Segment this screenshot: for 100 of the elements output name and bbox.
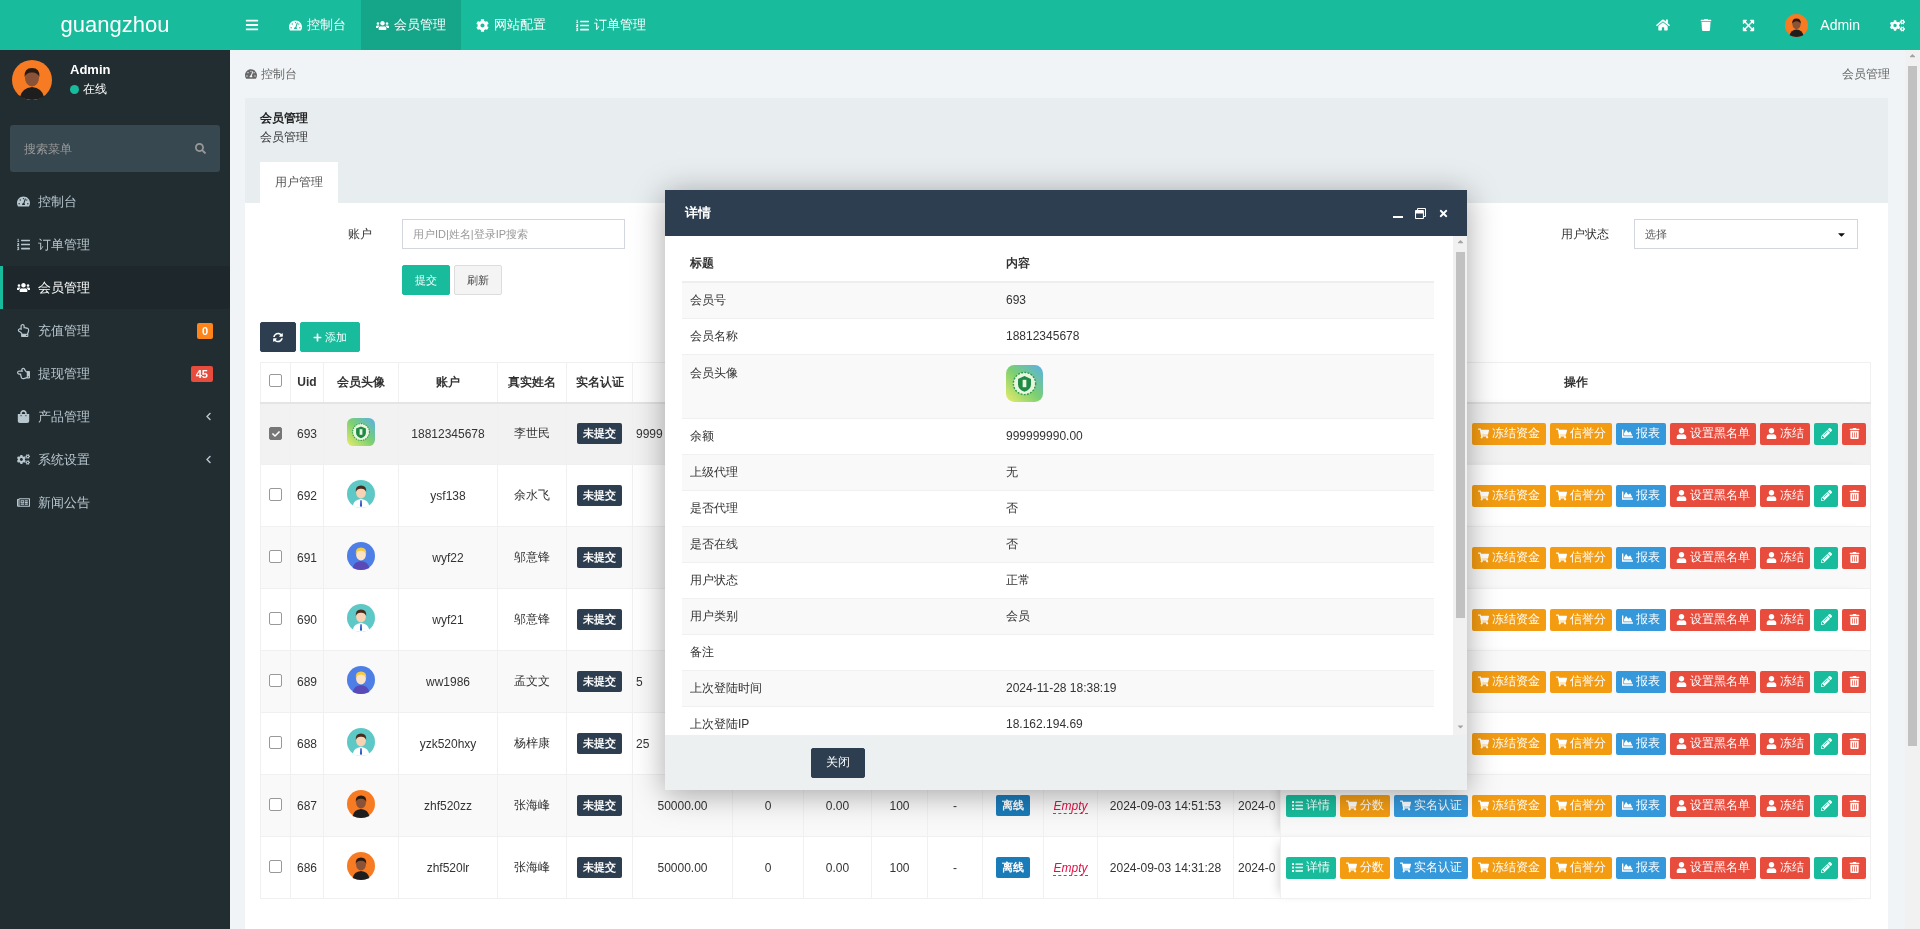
search-field[interactable]: 搜索菜单 <box>10 125 220 172</box>
report-button[interactable]: 报表 <box>1616 856 1666 879</box>
scroll-up-icon[interactable] <box>1455 237 1465 246</box>
blacklist-button[interactable]: 设置黑名单 <box>1670 670 1756 693</box>
checkbox[interactable] <box>269 859 282 873</box>
edit-button[interactable] <box>1814 670 1838 693</box>
freeze-funds-button[interactable]: 冻结资金 <box>1472 856 1546 879</box>
credit-button[interactable]: 信誉分 <box>1550 608 1612 631</box>
menu-item[interactable]: 充值管理 0 <box>0 309 230 352</box>
nav-tab[interactable]: 订单管理 <box>561 0 661 50</box>
delete-button[interactable] <box>1842 546 1866 569</box>
score-button[interactable]: 分数 <box>1340 856 1390 879</box>
freeze-funds-button[interactable]: 冻结资金 <box>1472 608 1546 631</box>
edit-button[interactable] <box>1814 732 1838 755</box>
detail-button[interactable]: 详情 <box>1286 856 1336 879</box>
report-button[interactable]: 报表 <box>1616 484 1666 507</box>
delete-button[interactable] <box>1842 670 1866 693</box>
freeze-funds-button[interactable]: 冻结资金 <box>1472 422 1546 445</box>
menu-item[interactable]: 产品管理 <box>0 395 230 438</box>
edit-button[interactable] <box>1814 484 1838 507</box>
delete-button[interactable] <box>1842 732 1866 755</box>
blacklist-button[interactable]: 设置黑名单 <box>1670 732 1756 755</box>
blacklist-button[interactable]: 设置黑名单 <box>1670 484 1756 507</box>
freeze-button[interactable]: 冻结 <box>1760 484 1810 507</box>
scroll-down-icon[interactable] <box>1455 722 1465 731</box>
menu-item[interactable]: 控制台 <box>0 180 230 223</box>
credit-button[interactable]: 信誉分 <box>1550 670 1612 693</box>
edit-button[interactable] <box>1814 608 1838 631</box>
report-button[interactable]: 报表 <box>1616 732 1666 755</box>
tab[interactable]: 用户管理 <box>260 162 338 203</box>
menu-item[interactable]: 会员管理 <box>0 266 230 309</box>
delete-button[interactable] <box>1842 856 1866 879</box>
edit-button[interactable] <box>1814 422 1838 445</box>
menu-item[interactable]: 提现管理 45 <box>0 352 230 395</box>
edit-button[interactable] <box>1814 794 1838 817</box>
freeze-funds-button[interactable]: 冻结资金 <box>1472 546 1546 569</box>
detail-button[interactable]: 详情 <box>1286 794 1336 817</box>
report-button[interactable]: 报表 <box>1616 422 1666 445</box>
freeze-funds-button[interactable]: 冻结资金 <box>1472 670 1546 693</box>
verify-button[interactable]: 实名认证 <box>1394 856 1468 879</box>
report-button[interactable]: 报表 <box>1616 794 1666 817</box>
freeze-button[interactable]: 冻结 <box>1760 422 1810 445</box>
credit-button[interactable]: 信誉分 <box>1550 546 1612 569</box>
reset-button[interactable]: 刷新 <box>454 265 502 295</box>
account-search-field[interactable]: 用户ID|姓名|登录IP搜索 <box>402 219 625 249</box>
blacklist-button[interactable]: 设置黑名单 <box>1670 794 1756 817</box>
menu-item[interactable]: 订单管理 <box>0 223 230 266</box>
delete-button[interactable] <box>1842 484 1866 507</box>
scroll-up-icon[interactable] <box>1908 51 1917 60</box>
freeze-funds-button[interactable]: 冻结资金 <box>1472 732 1546 755</box>
blacklist-button[interactable]: 设置黑名单 <box>1670 856 1756 879</box>
status-select[interactable]: 选择 <box>1634 219 1858 249</box>
delete-button[interactable] <box>1842 422 1866 445</box>
scrollbar[interactable] <box>1453 236 1467 735</box>
score-button[interactable]: 分数 <box>1340 794 1390 817</box>
menu-item[interactable]: 新闻公告 <box>0 481 230 524</box>
close-button[interactable]: 关闭 <box>811 747 865 778</box>
checkbox[interactable] <box>269 797 282 811</box>
user-menu[interactable]: Admin <box>1770 0 1875 50</box>
checkbox[interactable] <box>269 487 282 501</box>
breadcrumb-link[interactable]: 控制台 <box>261 65 297 83</box>
delete-button[interactable] <box>1842 794 1866 817</box>
checkbox[interactable] <box>269 549 282 563</box>
checkbox[interactable] <box>269 735 282 749</box>
blacklist-button[interactable]: 设置黑名单 <box>1670 608 1756 631</box>
scrollbar[interactable] <box>1905 50 1920 929</box>
checkbox[interactable] <box>269 374 282 388</box>
freeze-button[interactable]: 冻结 <box>1760 608 1810 631</box>
remark-link[interactable]: Empty <box>1053 860 1088 876</box>
submit-button[interactable]: 提交 <box>402 265 450 295</box>
credit-button[interactable]: 信誉分 <box>1550 732 1612 755</box>
report-button[interactable]: 报表 <box>1616 546 1666 569</box>
nav-tab[interactable]: 网站配置 <box>461 0 561 50</box>
freeze-button[interactable]: 冻结 <box>1760 732 1810 755</box>
report-button[interactable]: 报表 <box>1616 608 1666 631</box>
freeze-button[interactable]: 冻结 <box>1760 856 1810 879</box>
report-button[interactable]: 报表 <box>1616 670 1666 693</box>
remark-link[interactable]: Empty <box>1053 798 1088 814</box>
freeze-funds-button[interactable]: 冻结资金 <box>1472 484 1546 507</box>
credit-button[interactable]: 信誉分 <box>1550 794 1612 817</box>
blacklist-button[interactable]: 设置黑名单 <box>1670 546 1756 569</box>
nav-tab[interactable]: 会员管理 <box>361 0 461 50</box>
blacklist-button[interactable]: 设置黑名单 <box>1670 422 1756 445</box>
freeze-button[interactable]: 冻结 <box>1760 546 1810 569</box>
checkbox[interactable] <box>269 673 282 687</box>
freeze-button[interactable]: 冻结 <box>1760 794 1810 817</box>
credit-button[interactable]: 信誉分 <box>1550 484 1612 507</box>
nav-tab[interactable]: 控制台 <box>274 0 361 50</box>
verify-button[interactable]: 实名认证 <box>1394 794 1468 817</box>
credit-button[interactable]: 信誉分 <box>1550 422 1612 445</box>
freeze-funds-button[interactable]: 冻结资金 <box>1472 794 1546 817</box>
edit-button[interactable] <box>1814 546 1838 569</box>
freeze-button[interactable]: 冻结 <box>1760 670 1810 693</box>
checkbox[interactable] <box>269 427 282 441</box>
credit-button[interactable]: 信誉分 <box>1550 856 1612 879</box>
delete-button[interactable] <box>1842 608 1866 631</box>
menu-item[interactable]: 系统设置 <box>0 438 230 481</box>
refresh-button[interactable] <box>260 322 296 352</box>
add-button[interactable]: 添加 <box>300 322 360 352</box>
checkbox[interactable] <box>269 611 282 625</box>
